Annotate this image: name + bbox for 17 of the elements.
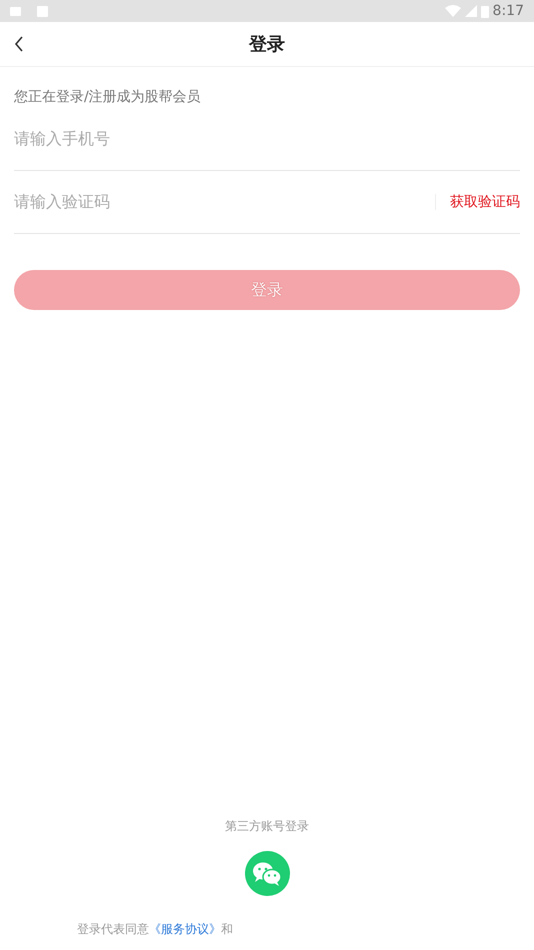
back-icon[interactable] xyxy=(14,35,24,53)
wifi-icon xyxy=(444,5,461,17)
notification-icon xyxy=(37,6,48,16)
get-code-button[interactable]: 获取验证码 xyxy=(435,194,520,210)
notification-icon xyxy=(10,6,21,16)
service-agreement-link[interactable]: 《服务协议》 xyxy=(149,922,221,936)
agreement-text: 和 xyxy=(221,922,233,936)
signal-icon xyxy=(464,5,477,17)
intro-text: 您正在登录/注册成为股帮会员 xyxy=(14,88,202,107)
third-party-label: 第三方账号登录 xyxy=(225,818,309,835)
agreement-text: 登录代表同意 xyxy=(77,922,149,936)
battery-icon xyxy=(480,4,489,18)
clock: 8:17 xyxy=(492,2,524,20)
phone-input-field[interactable]: 请输入手机号 xyxy=(14,127,520,151)
page-title: 登录 xyxy=(249,32,285,56)
code-input-field[interactable]: 请输入验证码 xyxy=(14,190,435,214)
chat-bubbles-icon xyxy=(252,860,282,886)
